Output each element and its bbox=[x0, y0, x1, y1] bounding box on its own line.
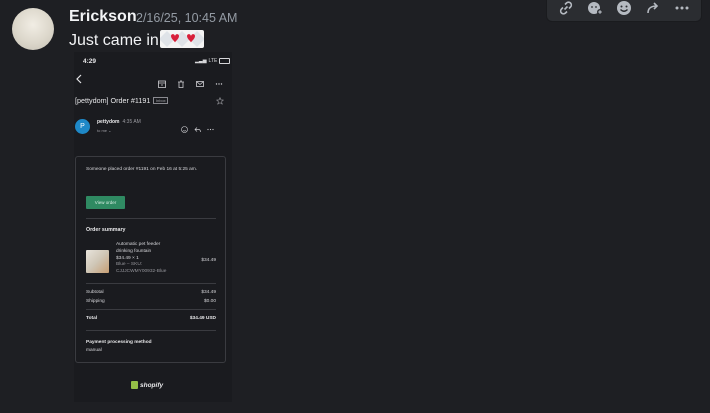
shopify-logo: shopify bbox=[131, 381, 163, 389]
divider bbox=[86, 283, 216, 284]
shipping-label: Shipping bbox=[86, 299, 105, 304]
message-timestamp: 2/16/25, 10:45 AM bbox=[136, 11, 238, 25]
back-arrow-icon bbox=[76, 74, 82, 84]
divider bbox=[86, 218, 216, 219]
status-bar: ▂▃▅ LTE bbox=[195, 58, 231, 64]
divider bbox=[86, 309, 216, 310]
shopify-bag-icon bbox=[131, 381, 138, 389]
recipient-line: to me ⌄ bbox=[97, 128, 112, 133]
username[interactable]: Erickson bbox=[69, 8, 137, 26]
divider bbox=[86, 330, 216, 331]
reaction-icon[interactable] bbox=[585, 0, 605, 18]
signal-icon: ▂▃▅ bbox=[195, 58, 207, 64]
subtotal-value: $34.49 bbox=[201, 290, 216, 295]
more-icon[interactable] bbox=[672, 0, 692, 18]
reply-icon bbox=[194, 120, 201, 133]
user-avatar[interactable] bbox=[12, 8, 54, 50]
folder-tag: Inbox bbox=[153, 97, 169, 104]
shopify-wordmark: shopify bbox=[140, 381, 164, 389]
footer-link bbox=[86, 398, 231, 402]
shipping-value: $0.00 bbox=[203, 299, 216, 304]
star-icon bbox=[216, 97, 224, 105]
email-actions bbox=[181, 120, 214, 133]
message-toolbar bbox=[546, 0, 702, 22]
total-label: Total bbox=[86, 316, 98, 321]
view-order-button: View order bbox=[86, 196, 125, 209]
product-name: Automatic pet feeder drinking fountain bbox=[116, 242, 161, 254]
attachment-screenshot[interactable]: 4:29 ▂▃▅ LTE [pettydom] Order #1191 Inbox… bbox=[74, 52, 232, 402]
order-card: Someone placed order #1191 on Feb 16 at … bbox=[75, 156, 226, 363]
archive-icon bbox=[158, 75, 166, 88]
subtotal-label: Subtotal bbox=[86, 290, 104, 295]
emoji-icon[interactable] bbox=[614, 0, 634, 18]
delete-icon bbox=[177, 75, 185, 88]
order-placed-text: Someone placed order #1191 on Feb 16 at … bbox=[86, 167, 198, 172]
more-icon bbox=[207, 120, 214, 131]
subject-text: [pettydom] Order #1191 bbox=[75, 96, 151, 105]
total-value: $34.49 USD bbox=[189, 316, 216, 321]
network-label: LTE bbox=[208, 58, 218, 64]
message-body: Just came in bbox=[69, 32, 159, 49]
sender-time: 4:35 AM bbox=[122, 119, 141, 125]
hearts-emoji-icon bbox=[158, 30, 205, 53]
forward-icon[interactable] bbox=[643, 0, 663, 18]
product-price: $34.49 bbox=[201, 258, 216, 263]
payment-method-title: Payment processing method bbox=[86, 340, 152, 345]
link-icon[interactable] bbox=[556, 0, 576, 18]
sender-line: pettydom 4:35 AM bbox=[97, 119, 141, 125]
email-action-bar bbox=[158, 75, 223, 88]
status-time: 4:29 bbox=[83, 58, 97, 65]
message-text: Just came in bbox=[69, 30, 205, 53]
product-info: Automatic pet feeder drinking fountain $… bbox=[116, 242, 174, 276]
more-icon bbox=[215, 75, 223, 85]
order-summary-title: Order summary bbox=[86, 227, 126, 233]
payment-method-value: manual bbox=[86, 348, 102, 353]
emoji-icon bbox=[181, 120, 188, 133]
product-thumbnail bbox=[86, 250, 109, 273]
recipient-text: to me bbox=[97, 128, 108, 133]
product-meta: Blue – SKU: CJJJCWMY00932-Blue bbox=[116, 262, 167, 275]
email-subject: [pettydom] Order #1191 Inbox bbox=[75, 96, 169, 105]
sender-avatar: P bbox=[75, 119, 90, 134]
sender-name: pettydom bbox=[97, 119, 120, 125]
mail-icon bbox=[196, 75, 204, 87]
battery-icon bbox=[219, 58, 231, 64]
